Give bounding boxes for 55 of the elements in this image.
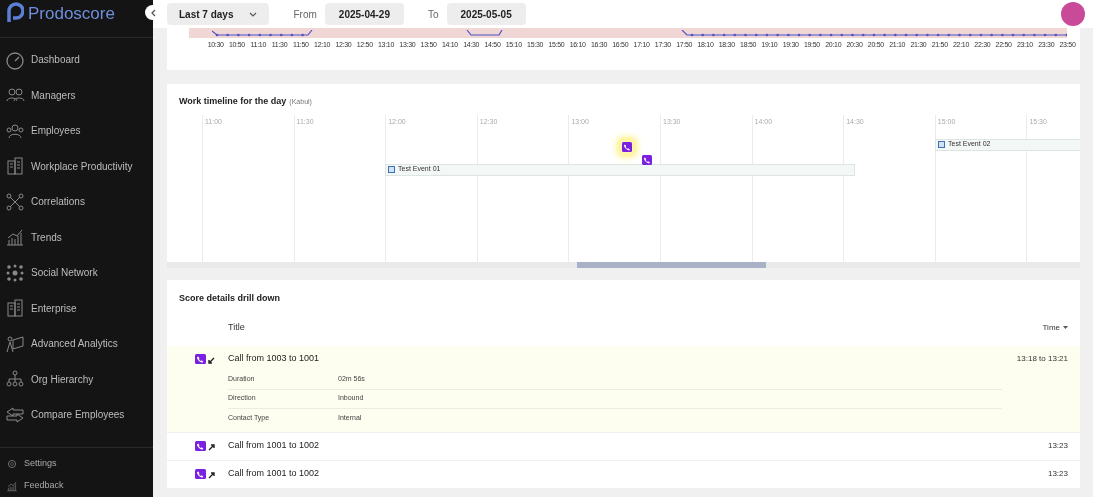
column-header[interactable]: Time	[1042, 321, 1068, 334]
settings-icon	[6, 458, 18, 470]
call-title[interactable]: Call from 1001 to 1002	[228, 439, 320, 453]
sort-down-icon	[1063, 326, 1068, 329]
building-icon	[5, 156, 25, 177]
building-icon	[5, 298, 25, 319]
nav-item[interactable]: Enterprise	[0, 290, 153, 326]
bar-chart-icon	[5, 227, 25, 248]
call-title[interactable]: Call from 1001 to 1002	[228, 467, 320, 481]
phone-icon	[622, 141, 632, 152]
nav-item[interactable]: Advanced Analytics	[0, 326, 153, 362]
call-time: 13:23	[1047, 468, 1068, 480]
nav-item[interactable]: Managers	[0, 77, 153, 113]
outgoing-call-icon	[195, 468, 215, 480]
nav-item[interactable]: Social Network	[0, 255, 153, 291]
avatar[interactable]	[1061, 2, 1085, 26]
network-icon	[5, 191, 25, 212]
nav-item[interactable]: Employees	[0, 113, 153, 149]
bar-chart-icon	[6, 480, 18, 492]
logo-text: Prodoscore	[28, 4, 115, 22]
calendar-icon	[938, 141, 945, 148]
from-label: From	[293, 7, 317, 22]
calendar-icon	[388, 166, 395, 173]
nav-item[interactable]: Trends	[0, 219, 153, 255]
dots-icon	[5, 262, 25, 283]
chevron-left-icon	[149, 8, 156, 17]
nav-item[interactable]: Settings	[0, 453, 153, 475]
nav-item[interactable]: Compare Employees	[0, 397, 153, 433]
nav-item[interactable]: Org Hierarchy	[0, 361, 153, 397]
call-title[interactable]: Call from 1003 to 1001	[228, 352, 320, 366]
presenter-icon	[5, 333, 25, 354]
phone-icon	[642, 154, 652, 165]
nav-item[interactable]: Dashboard	[0, 42, 153, 78]
call-marker[interactable]	[620, 139, 634, 154]
chevron-down-icon	[249, 11, 258, 17]
gauge-icon	[5, 49, 25, 70]
call-time: 13:23	[1047, 440, 1068, 452]
date-field[interactable]: 2025-05-05	[446, 3, 526, 25]
incoming-call-icon	[195, 353, 215, 365]
logo-icon	[6, 2, 24, 24]
call-time: 13:18 to 13:21	[1016, 353, 1068, 365]
scrollbar-thumb[interactable]	[577, 262, 766, 268]
outgoing-call-icon	[195, 440, 215, 452]
section-title: Score details drill down	[178, 292, 282, 305]
call-marker[interactable]	[640, 152, 654, 167]
nav-item[interactable]: Workplace Productivity	[0, 148, 153, 184]
date-field[interactable]: 2025-04-29	[324, 3, 404, 25]
nav-item[interactable]: Feedback	[0, 475, 153, 497]
column-header[interactable]: Title	[228, 320, 245, 335]
range-dropdown[interactable]: Last 7 days	[167, 3, 270, 25]
hierarchy-icon	[5, 369, 25, 390]
section-title: Work timeline for the day	[179, 95, 287, 108]
nav-item[interactable]: Correlations	[0, 184, 153, 220]
swap-arrows-icon	[5, 404, 25, 425]
to-label: To	[428, 7, 439, 22]
